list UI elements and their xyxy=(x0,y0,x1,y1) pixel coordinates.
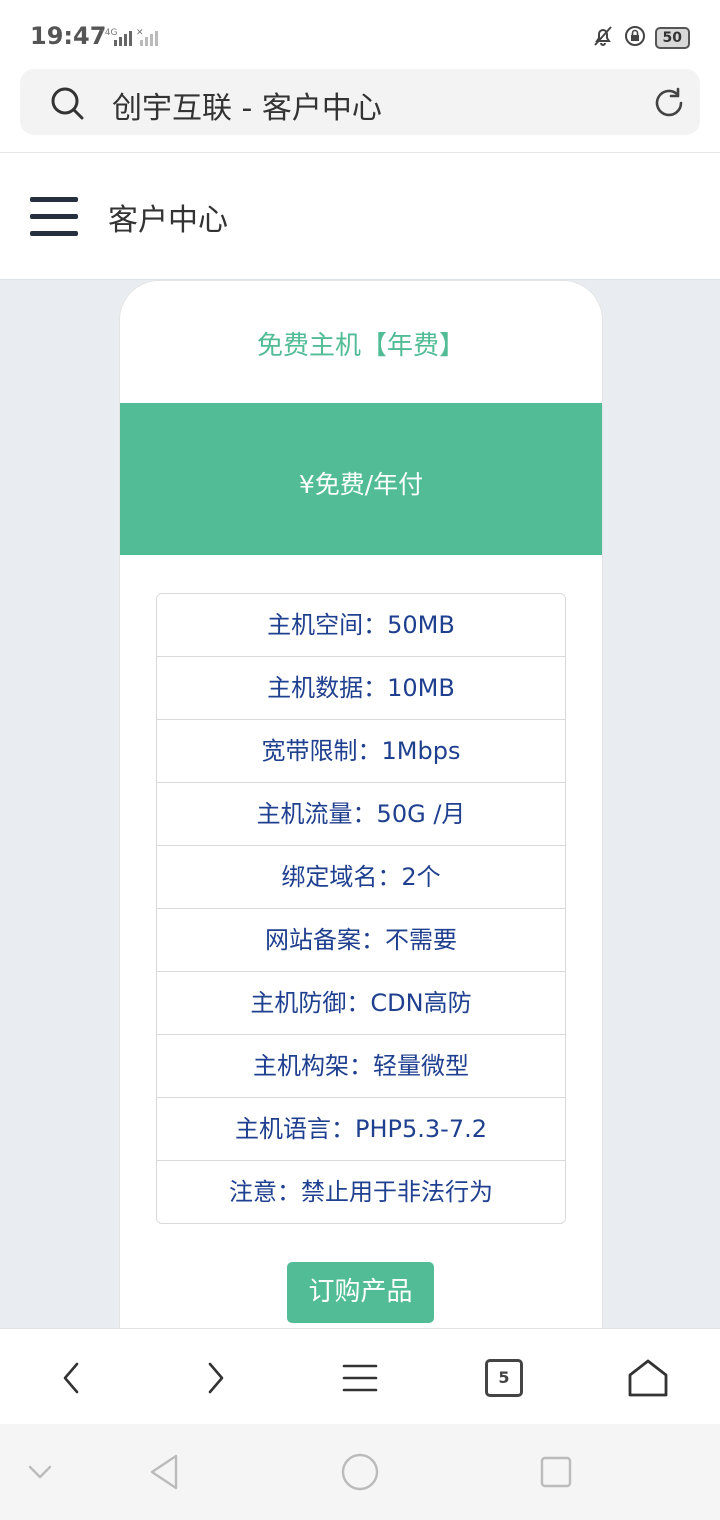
menu-icon[interactable] xyxy=(335,1353,385,1403)
lock-rotation-icon xyxy=(623,24,647,52)
page-url-title[interactable]: 创宇互联 - 客户中心 xyxy=(112,83,382,127)
battery-icon: 50 xyxy=(654,27,690,49)
feature-item: 注意：禁止用于非法行为 xyxy=(157,1161,565,1223)
feature-item: 主机空间：50MB xyxy=(157,594,565,657)
feature-item: 主机语言：PHP5.3-7.2 xyxy=(157,1098,565,1161)
feature-item: 宽带限制：1Mbps xyxy=(157,720,565,783)
plan-name: 免费主机【年费】 xyxy=(256,331,465,361)
system-navigation-bar xyxy=(0,1424,720,1520)
plan-price: ¥免费/年付 xyxy=(298,470,424,499)
browser-toolbar: 5 xyxy=(0,1328,720,1425)
page-title: 客户中心 xyxy=(108,203,228,238)
back-triangle-icon[interactable] xyxy=(140,1448,188,1496)
back-icon[interactable] xyxy=(47,1353,97,1403)
refresh-icon[interactable] xyxy=(652,86,686,124)
signal-icon: ⁺4G ✕ xyxy=(100,26,162,51)
feature-item: 主机流量：50G /月 xyxy=(157,783,565,846)
feature-item: 绑定域名：2个 xyxy=(157,846,565,909)
recents-square-icon[interactable] xyxy=(532,1448,580,1496)
svg-text:⁺4G: ⁺4G xyxy=(100,28,117,38)
price-band: ¥免费/年付 xyxy=(120,403,602,555)
feature-item: 网站备案：不需要 xyxy=(157,909,565,972)
feature-list: 主机空间：50MB 主机数据：10MB 宽带限制：1Mbps 主机流量：50G … xyxy=(156,593,566,1224)
forward-icon[interactable] xyxy=(190,1353,240,1403)
order-product-button[interactable]: 订购产品 xyxy=(287,1262,434,1323)
tabs-icon[interactable]: 5 xyxy=(479,1353,529,1403)
hamburger-menu-icon[interactable] xyxy=(30,197,78,237)
product-card: 免费主机【年费】 ¥免费/年付 主机空间：50MB 主机数据：10MB 宽带限制… xyxy=(119,280,603,1382)
feature-item: 主机数据：10MB xyxy=(157,657,565,720)
svg-text:✕: ✕ xyxy=(136,28,144,38)
home-icon[interactable] xyxy=(623,1353,673,1403)
status-bar: 19:47 ⁺4G ✕ 50 xyxy=(0,0,720,68)
url-bar[interactable]: 创宇互联 - 客户中心 xyxy=(20,69,700,135)
page-header: 客户中心 xyxy=(0,152,720,280)
search-icon[interactable] xyxy=(50,86,84,124)
feature-item: 主机构架：轻量微型 xyxy=(157,1035,565,1098)
feature-item: 主机防御：CDN高防 xyxy=(157,972,565,1035)
status-time: 19:47 xyxy=(30,22,107,50)
home-circle-icon[interactable] xyxy=(336,1448,384,1496)
tab-count: 5 xyxy=(485,1359,523,1397)
url-bar-container: 创宇互联 - 客户中心 xyxy=(0,68,720,152)
collapse-icon[interactable] xyxy=(16,1448,64,1496)
mute-bell-icon xyxy=(591,24,615,52)
